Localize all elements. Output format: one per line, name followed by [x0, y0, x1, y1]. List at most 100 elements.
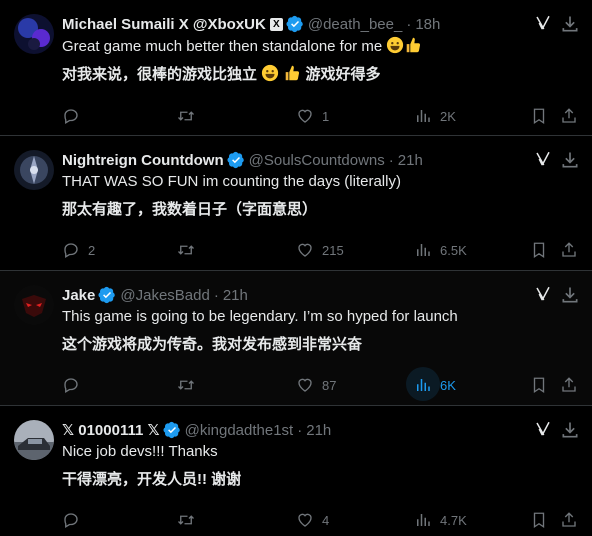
retweet-button[interactable]: [177, 510, 203, 530]
user-handle[interactable]: @death_bee_: [308, 16, 402, 33]
timestamp[interactable]: 21h: [398, 152, 423, 169]
verified-badge-icon: [286, 15, 304, 33]
bookmark-button[interactable]: [530, 106, 556, 126]
share-button[interactable]: [560, 510, 586, 530]
like-icon: [296, 241, 314, 259]
view-count: 6K: [440, 377, 456, 393]
like-count: 215: [322, 242, 344, 258]
retweet-button[interactable]: [177, 375, 203, 395]
share-button[interactable]: [560, 106, 586, 126]
like-button[interactable]: 1: [296, 106, 329, 126]
views-button[interactable]: 6.5K: [414, 240, 467, 260]
tweet-card[interactable]: Michael Sumaili X @XboxUK X @death_bee_ …: [0, 0, 592, 136]
verified-badge-icon: [98, 286, 116, 304]
tweet-header: Jake @JakesBadd · 21h: [62, 285, 248, 305]
like-icon: [296, 376, 314, 394]
retweet-button[interactable]: [177, 240, 203, 260]
more-icon[interactable]: [560, 150, 580, 170]
views-icon: [414, 107, 432, 125]
thumbs-up-emoji: [283, 64, 301, 82]
timestamp[interactable]: 21h: [223, 287, 248, 304]
tweet-text-line: Great game much better then standalone f…: [62, 38, 383, 55]
grok-icon[interactable]: [534, 14, 552, 32]
tweet-header: Michael Sumaili X @XboxUK X @death_bee_ …: [62, 14, 440, 34]
avatar[interactable]: [14, 14, 54, 54]
reply-button[interactable]: 2: [62, 240, 95, 260]
tweet-card[interactable]: Nightreign Countdown @SoulsCountdowns · …: [0, 136, 592, 271]
reply-icon: [62, 241, 80, 259]
retweet-icon: [177, 376, 195, 394]
views-button[interactable]: 6K: [406, 367, 456, 401]
action-bar: 87 6K: [60, 367, 580, 401]
bookmark-icon: [530, 511, 548, 529]
bookmark-button[interactable]: [530, 375, 556, 395]
separator-dot: ·: [388, 151, 394, 169]
action-bar: 2 215 6.5K: [60, 240, 580, 260]
tweet-card[interactable]: 𝕏 01000111 𝕏 @kingdadthe1st · 21h Nice j…: [0, 406, 592, 536]
action-bar: 1 2K: [60, 106, 580, 126]
avatar[interactable]: [14, 420, 54, 460]
reply-icon: [62, 376, 80, 394]
like-button[interactable]: 215: [296, 240, 344, 260]
tweet-header: 𝕏 01000111 𝕏 @kingdadthe1st · 21h: [62, 420, 331, 440]
share-icon: [560, 107, 578, 125]
reply-icon: [62, 511, 80, 529]
share-icon: [560, 511, 578, 529]
like-button[interactable]: 87: [296, 375, 336, 395]
view-count: 6.5K: [440, 242, 467, 258]
x-affiliate-badge-icon: X: [269, 17, 283, 31]
display-name[interactable]: Jake: [62, 287, 95, 304]
view-count: 4.7K: [440, 512, 467, 528]
retweet-icon: [177, 241, 195, 259]
grok-icon[interactable]: [534, 420, 552, 438]
bookmark-icon: [530, 376, 548, 394]
more-icon[interactable]: [560, 420, 580, 440]
display-name[interactable]: Michael Sumaili X @XboxUK: [62, 16, 266, 33]
reply-icon: [62, 107, 80, 125]
translated-text: 那太有趣了，我数着日子（字面意思）: [62, 201, 318, 218]
views-icon: [414, 511, 432, 529]
bookmark-button[interactable]: [530, 240, 556, 260]
bookmark-icon: [530, 241, 548, 259]
share-icon: [560, 376, 578, 394]
avatar[interactable]: [14, 150, 54, 190]
like-count: 1: [322, 108, 330, 124]
tweet-text: Nice job devs!!! Thanks: [62, 443, 218, 460]
grinning-face-emoji: [386, 36, 404, 54]
display-name[interactable]: Nightreign Countdown: [62, 152, 224, 169]
share-button[interactable]: [560, 240, 586, 260]
user-handle[interactable]: @SoulsCountdowns: [249, 152, 385, 169]
views-button[interactable]: 2K: [414, 106, 456, 126]
translated-text: 对我来说，很棒的游戏比独立 游戏好得多: [62, 64, 381, 85]
separator-dot: ·: [297, 421, 303, 439]
views-icon: [414, 241, 432, 259]
timestamp[interactable]: 18h: [415, 16, 440, 33]
grinning-face-emoji: [261, 64, 279, 82]
grok-icon[interactable]: [534, 285, 552, 303]
retweet-button[interactable]: [177, 106, 203, 126]
separator-dot: ·: [213, 286, 219, 304]
more-icon[interactable]: [560, 14, 580, 34]
views-button[interactable]: 4.7K: [414, 510, 467, 530]
translated-text-suffix: 游戏好得多: [305, 66, 381, 83]
views-icon: [414, 376, 432, 394]
reply-button[interactable]: [62, 375, 88, 395]
tweet-text: THAT WAS SO FUN im counting the days (li…: [62, 173, 401, 190]
timestamp[interactable]: 21h: [306, 422, 331, 439]
reply-button[interactable]: [62, 510, 88, 530]
share-button[interactable]: [560, 375, 586, 395]
reply-feed: Michael Sumaili X @XboxUK X @death_bee_ …: [0, 0, 592, 536]
translated-text-line: 对我来说，很棒的游戏比独立: [62, 66, 258, 83]
bookmark-button[interactable]: [530, 510, 556, 530]
display-name[interactable]: 𝕏 01000111 𝕏: [62, 421, 160, 439]
grok-icon[interactable]: [534, 150, 552, 168]
user-handle[interactable]: @kingdadthe1st: [185, 422, 294, 439]
more-icon[interactable]: [560, 285, 580, 305]
avatar[interactable]: [14, 285, 54, 325]
tweet-card[interactable]: Jake @JakesBadd · 21h This game is going…: [0, 271, 592, 406]
user-handle[interactable]: @JakesBadd: [120, 287, 209, 304]
view-count: 2K: [440, 108, 456, 124]
reply-button[interactable]: [62, 106, 88, 126]
tweet-text: This game is going to be legendary. I’m …: [62, 308, 458, 325]
like-button[interactable]: 4: [296, 510, 329, 530]
